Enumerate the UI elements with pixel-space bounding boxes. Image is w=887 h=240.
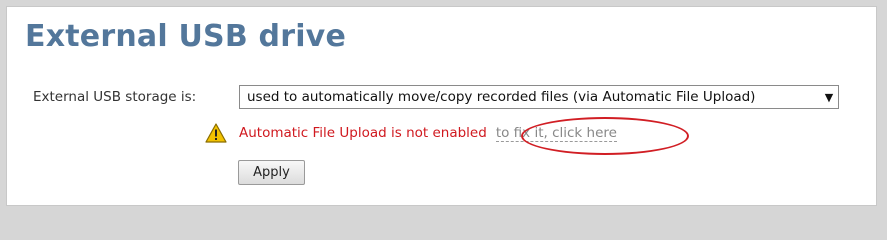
- storage-mode-value: used to automatically move/copy recorded…: [247, 89, 756, 105]
- fix-it-link[interactable]: to fix it, click here: [495, 125, 617, 142]
- usb-drive-panel: External USB drive External USB storage …: [6, 6, 877, 206]
- warning-message: Automatic File Upload is not enabled: [239, 125, 487, 141]
- apply-button[interactable]: Apply: [238, 160, 305, 185]
- warning-row: Automatic File Upload is not enabled to …: [205, 123, 617, 143]
- section-title: External USB drive: [25, 19, 346, 54]
- storage-label: External USB storage is:: [33, 89, 197, 105]
- storage-mode-select[interactable]: used to automatically move/copy recorded…: [239, 85, 839, 109]
- dropdown-arrow-icon: ▼: [824, 90, 834, 104]
- warning-triangle-icon: [205, 123, 227, 143]
